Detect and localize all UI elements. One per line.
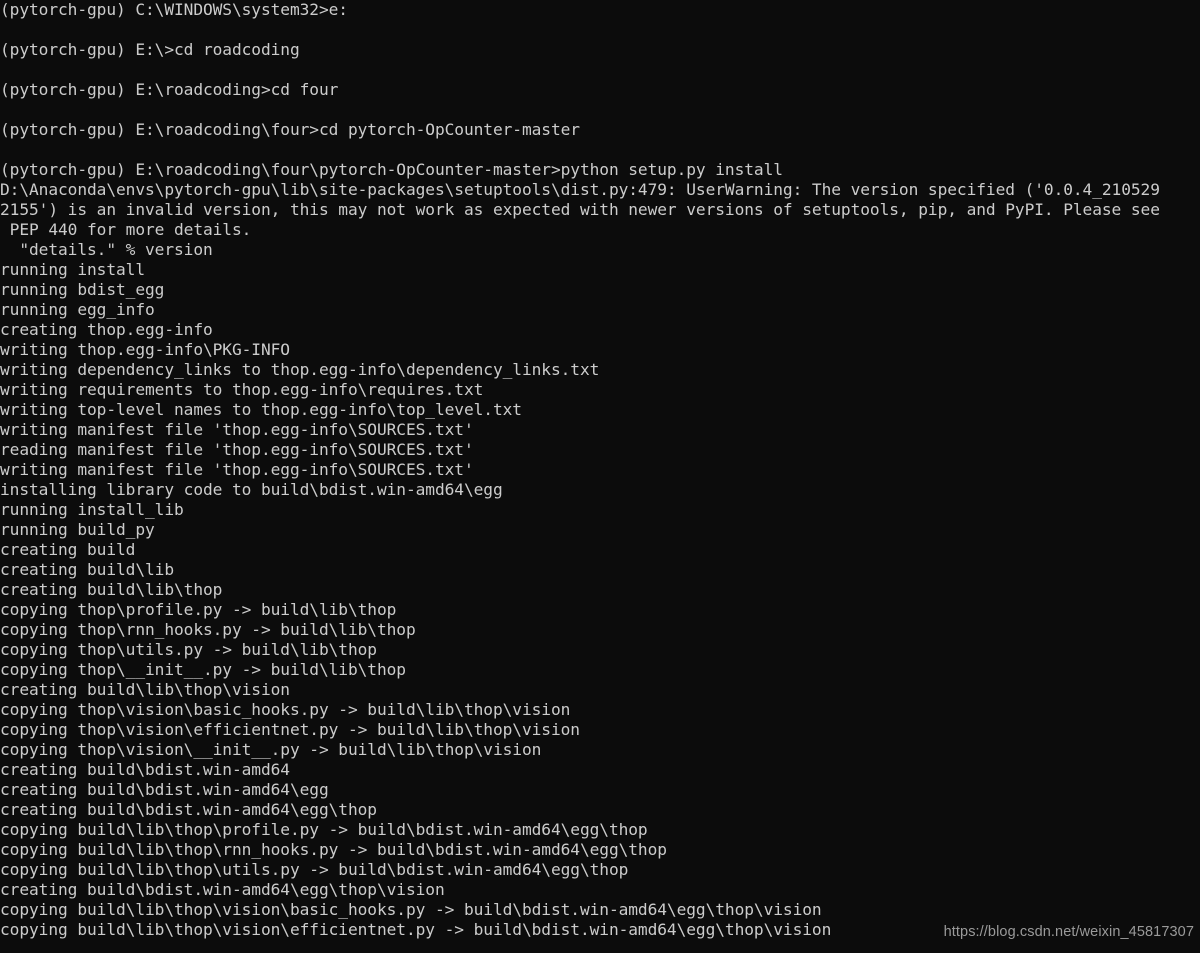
terminal-line: D:\Anaconda\envs\pytorch-gpu\lib\site-pa…: [0, 180, 1160, 199]
terminal-line: creating build\bdist.win-amd64\egg\thop: [0, 800, 377, 819]
terminal-line: running install_lib: [0, 500, 184, 519]
terminal-line: (pytorch-gpu) C:\WINDOWS\system32>e:: [0, 0, 348, 19]
terminal-line: creating build: [0, 540, 136, 559]
terminal-line: creating build\lib\thop\vision: [0, 680, 290, 699]
terminal-line: copying thop\vision\basic_hooks.py -> bu…: [0, 700, 571, 719]
terminal-line: writing requirements to thop.egg-info\re…: [0, 380, 484, 399]
terminal-line: (pytorch-gpu) E:\roadcoding>cd four: [0, 80, 339, 99]
terminal-line: writing manifest file 'thop.egg-info\SOU…: [0, 420, 474, 439]
terminal-line: copying build\lib\thop\profile.py -> bui…: [0, 820, 648, 839]
terminal-line: copying build\lib\thop\vision\basic_hook…: [0, 900, 822, 919]
terminal-line: copying thop\vision\__init__.py -> build…: [0, 740, 542, 759]
terminal-line: PEP 440 for more details.: [0, 220, 252, 239]
terminal-line: copying thop\profile.py -> build\lib\tho…: [0, 600, 397, 619]
terminal-line: writing manifest file 'thop.egg-info\SOU…: [0, 460, 474, 479]
terminal-line: writing thop.egg-info\PKG-INFO: [0, 340, 290, 359]
terminal-line: "details." % version: [0, 240, 213, 259]
terminal-line: copying thop\vision\efficientnet.py -> b…: [0, 720, 580, 739]
terminal-line: copying thop\rnn_hooks.py -> build\lib\t…: [0, 620, 416, 639]
terminal-line: (pytorch-gpu) E:\roadcoding\four\pytorch…: [0, 160, 783, 179]
terminal-line: 2155') is an invalid version, this may n…: [0, 200, 1160, 219]
terminal-line: creating build\bdist.win-amd64\egg: [0, 780, 329, 799]
terminal-line: installing library code to build\bdist.w…: [0, 480, 503, 499]
terminal-line: running install: [0, 260, 145, 279]
terminal-line: copying thop\__init__.py -> build\lib\th…: [0, 660, 406, 679]
terminal-line: running bdist_egg: [0, 280, 165, 299]
terminal-line: creating build\bdist.win-amd64\egg\thop\…: [0, 880, 445, 899]
terminal-line: running egg_info: [0, 300, 155, 319]
terminal-line: (pytorch-gpu) E:\>cd roadcoding: [0, 40, 300, 59]
terminal-line: copying build\lib\thop\vision\efficientn…: [0, 920, 832, 939]
terminal-line: copying thop\utils.py -> build\lib\thop: [0, 640, 377, 659]
terminal-line: creating build\lib: [0, 560, 174, 579]
terminal-line: (pytorch-gpu) E:\roadcoding\four>cd pyto…: [0, 120, 580, 139]
terminal-line: creating thop.egg-info: [0, 320, 213, 339]
terminal-line: creating build\lib\thop: [0, 580, 223, 599]
terminal-line: copying build\lib\thop\utils.py -> build…: [0, 860, 629, 879]
terminal-line: reading manifest file 'thop.egg-info\SOU…: [0, 440, 474, 459]
terminal-line: copying build\lib\thop\rnn_hooks.py -> b…: [0, 840, 667, 859]
terminal-line: creating build\bdist.win-amd64: [0, 760, 290, 779]
terminal-output-area[interactable]: (pytorch-gpu) C:\WINDOWS\system32>e: (pyt…: [0, 0, 1200, 953]
terminal-line: running build_py: [0, 520, 155, 539]
terminal-line: writing dependency_links to thop.egg-inf…: [0, 360, 600, 379]
terminal-line: writing top-level names to thop.egg-info…: [0, 400, 522, 419]
